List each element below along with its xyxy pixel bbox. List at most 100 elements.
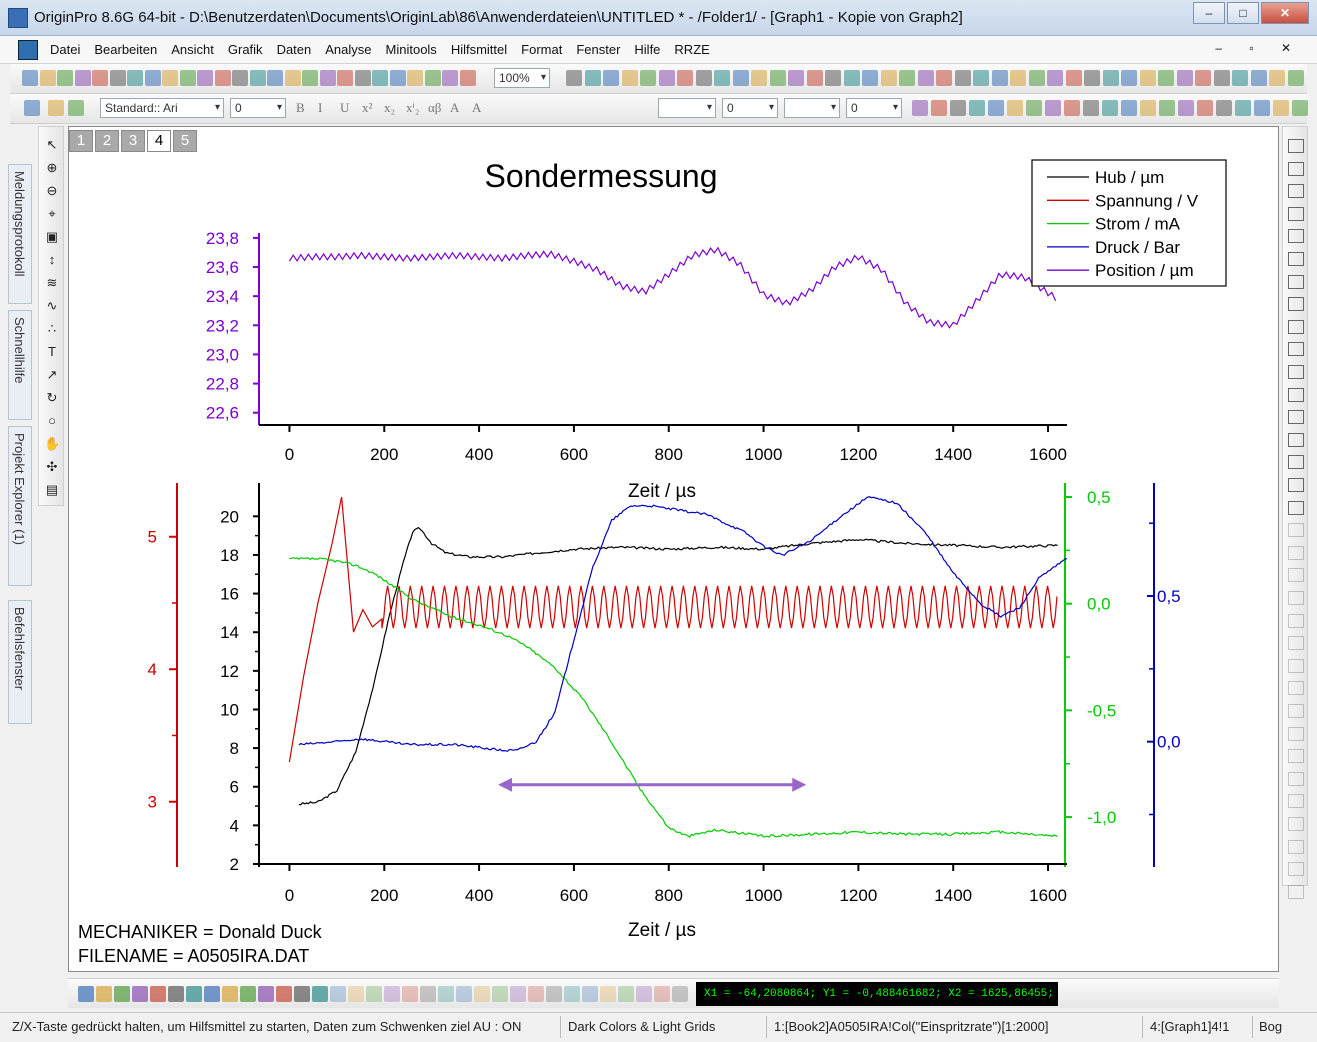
graph-tool-12-icon[interactable] [1288, 387, 1304, 402]
toolbar-button-46-icon[interactable] [917, 70, 934, 86]
region-shape-icon[interactable]: ○ [44, 413, 60, 429]
toolbar-button-50-icon[interactable] [991, 70, 1008, 86]
plot-type-27-icon[interactable] [546, 986, 562, 1002]
graph-tool-8-icon[interactable] [1288, 297, 1304, 312]
plot-type-1-icon[interactable] [78, 986, 94, 1002]
close-button[interactable]: ✕ [1261, 2, 1309, 24]
toolbar-button-32-icon[interactable] [658, 70, 675, 86]
menu-fenster[interactable]: Fenster [576, 42, 620, 57]
minimize-button[interactable]: – [1193, 2, 1225, 24]
toolbar-button-61-icon[interactable] [1195, 70, 1211, 86]
menu-daten[interactable]: Daten [277, 42, 312, 57]
draw-data-icon[interactable]: ∿ [44, 298, 60, 314]
graph-tool-23-icon[interactable] [1288, 636, 1304, 651]
toolbar-button-66-icon[interactable] [1287, 70, 1304, 86]
graph-tool-33-icon[interactable] [1288, 862, 1304, 877]
format-button-24-icon[interactable] [1292, 100, 1308, 116]
add-graph-icon[interactable]: ▤ [44, 482, 60, 498]
toolbar-button-54-icon[interactable] [1065, 70, 1082, 86]
text-style-button-8[interactable]: A [450, 100, 459, 116]
text-style-button-4[interactable]: x² [362, 100, 372, 116]
toolbar-button-59-icon[interactable] [1158, 70, 1174, 86]
graph-tool-29-icon[interactable] [1288, 771, 1304, 786]
toolbar-button-35-icon[interactable] [714, 70, 730, 86]
toolbar-button-42-icon[interactable] [843, 70, 860, 86]
graph-tool-18-icon[interactable] [1288, 523, 1304, 538]
plot-type-23-icon[interactable] [474, 986, 490, 1002]
text-style-button-9[interactable]: A [472, 100, 481, 116]
plot-type-33-icon[interactable] [654, 986, 670, 1002]
format-button-22-icon[interactable] [1254, 100, 1270, 116]
toolbar-button-57-icon[interactable] [1121, 70, 1137, 86]
zoom-out-icon[interactable]: ⊖ [44, 183, 60, 199]
toolbar-button-45-icon[interactable] [899, 70, 915, 86]
plot-type-25-icon[interactable] [510, 986, 526, 1002]
plot-type-20-icon[interactable] [420, 986, 436, 1002]
toolbar-button-3-icon[interactable] [57, 70, 73, 86]
text-style-button-3[interactable]: U [340, 100, 349, 116]
graph-tool-14-icon[interactable] [1288, 432, 1304, 447]
toolbar-button-23-icon[interactable] [407, 70, 423, 86]
graph-tool-13-icon[interactable] [1288, 410, 1304, 425]
toolbar-button-27-icon[interactable] [566, 70, 582, 86]
toolbar-button-29-icon[interactable] [603, 70, 619, 86]
text-style-button-6[interactable]: xⁱ₂ [406, 100, 419, 116]
graph-tool-5-icon[interactable] [1288, 229, 1304, 244]
format-button-4-icon[interactable] [912, 100, 928, 116]
format-button-15-icon[interactable] [1121, 100, 1137, 116]
graph-tool-26-icon[interactable] [1288, 704, 1304, 718]
tab-meldungsprotokoll[interactable]: Meldungsprotokoll [8, 164, 32, 304]
toolbar-button-25-icon[interactable] [442, 70, 458, 86]
text-style-button-5[interactable]: x₂ [384, 100, 395, 116]
pan-icon[interactable]: ✣ [44, 459, 60, 475]
format-button-7-icon[interactable] [969, 100, 985, 116]
pattern-value-combo[interactable]: 0 [846, 98, 902, 118]
menu-grafik[interactable]: Grafik [228, 42, 263, 57]
plot-type-29-icon[interactable] [582, 986, 598, 1002]
menu-bearbeiten[interactable]: Bearbeiten [94, 42, 157, 57]
toolbar-button-41-icon[interactable] [825, 70, 841, 86]
format-button-1-icon[interactable] [24, 100, 40, 116]
toolbar-button-39-icon[interactable] [788, 70, 804, 86]
data-reader-icon[interactable]: ▣ [44, 229, 60, 245]
toolbar-button-44-icon[interactable] [880, 70, 897, 86]
toolbar-button-60-icon[interactable] [1176, 70, 1193, 86]
format-button-9-icon[interactable] [1007, 100, 1023, 116]
toolbar-button-1-icon[interactable] [22, 70, 38, 86]
toolbar-button-26-icon[interactable] [459, 70, 476, 86]
format-button-3-icon[interactable] [68, 100, 84, 116]
toolbar-button-55-icon[interactable] [1084, 70, 1100, 86]
toolbar-button-8-icon[interactable] [144, 70, 161, 86]
plot-type-31-icon[interactable] [618, 986, 634, 1002]
menu-rrze[interactable]: RRZE [674, 42, 709, 57]
maximize-button[interactable]: □ [1227, 2, 1259, 24]
toolbar-button-11-icon[interactable] [197, 70, 213, 86]
toolbar-button-2-icon[interactable] [39, 70, 56, 86]
toolbar-button-16-icon[interactable] [284, 70, 301, 86]
plot-type-14-icon[interactable] [312, 986, 328, 1002]
graph-tool-30-icon[interactable] [1288, 794, 1304, 809]
graph-tool-34-icon[interactable] [1288, 884, 1304, 899]
format-button-10-icon[interactable] [1026, 100, 1042, 116]
plot-type-13-icon[interactable] [294, 986, 310, 1002]
menu-analyse[interactable]: Analyse [325, 42, 371, 57]
graph-tool-21-icon[interactable] [1288, 591, 1304, 605]
tab-schnellhilfe[interactable]: Schnellhilfe [8, 310, 32, 420]
format-button-13-icon[interactable] [1083, 100, 1099, 116]
toolbar-button-6-icon[interactable] [109, 70, 126, 86]
plot-type-18-icon[interactable] [384, 986, 400, 1002]
menu-format[interactable]: Format [521, 42, 562, 57]
toolbar-button-56-icon[interactable] [1102, 70, 1119, 86]
graph-tool-6-icon[interactable] [1288, 252, 1304, 266]
layer-tab-5[interactable]: 5 [173, 130, 197, 152]
curved-arrow-icon[interactable]: ↻ [44, 390, 60, 406]
toolbar-button-47-icon[interactable] [936, 70, 952, 86]
toolbar-button-49-icon[interactable] [973, 70, 989, 86]
layer-tab-2[interactable]: 2 [95, 130, 119, 152]
toolbar-button-48-icon[interactable] [954, 70, 971, 86]
format-button-6-icon[interactable] [950, 100, 966, 116]
toolbar-button-51-icon[interactable] [1010, 70, 1026, 86]
line-width-combo[interactable]: 0 [722, 98, 778, 118]
graph-tool-17-icon[interactable] [1288, 500, 1304, 515]
plot-type-26-icon[interactable] [528, 986, 544, 1002]
